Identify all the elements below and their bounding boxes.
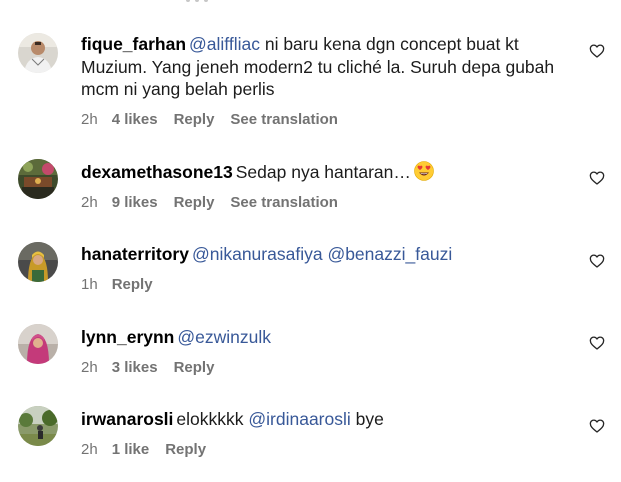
- comment-mention[interactable]: @nikanurasafiya: [192, 244, 323, 264]
- reply-button[interactable]: Reply: [112, 276, 153, 293]
- comment-username[interactable]: lynn_erynn: [81, 327, 174, 347]
- comment-time: 2h: [81, 441, 98, 458]
- heart-outline-icon: [589, 44, 605, 58]
- comment-text: Sedap nya hantaran…: [235, 162, 411, 182]
- comment-mention[interactable]: @benazzi_fauzi: [327, 244, 452, 264]
- comment-time: 2h: [81, 194, 98, 211]
- heart-outline-icon: [589, 171, 605, 185]
- like-button[interactable]: [589, 418, 605, 434]
- comment-text: elokkkkk: [176, 409, 249, 429]
- avatar-photo-icon: [18, 406, 58, 446]
- more-dots: [186, 0, 216, 2]
- avatar[interactable]: [18, 242, 58, 282]
- avatar[interactable]: [18, 406, 58, 446]
- avatar-photo-icon: [18, 324, 58, 364]
- comment-mention[interactable]: @ezwinzulk: [177, 327, 271, 347]
- comment-username[interactable]: hanaterritory: [81, 244, 189, 264]
- avatar[interactable]: [18, 159, 58, 199]
- like-button[interactable]: [589, 170, 605, 186]
- likes-count[interactable]: 9 likes: [112, 194, 158, 211]
- heart-outline-icon: [589, 254, 605, 268]
- comment-mention[interactable]: @aliffliac: [189, 34, 260, 54]
- comment-username[interactable]: fique_farhan: [81, 34, 186, 54]
- reply-button[interactable]: Reply: [174, 359, 215, 376]
- like-button[interactable]: [589, 253, 605, 269]
- like-button[interactable]: [589, 335, 605, 351]
- avatar-photo-icon: [18, 33, 58, 73]
- comment-time: 1h: [81, 276, 98, 293]
- reply-button[interactable]: Reply: [174, 194, 215, 211]
- likes-count[interactable]: 1 like: [112, 441, 150, 458]
- comment-time: 2h: [81, 111, 98, 128]
- comment-username[interactable]: irwanarosli: [81, 409, 173, 429]
- avatar-photo-icon: [18, 242, 58, 282]
- like-button[interactable]: [589, 43, 605, 59]
- avatar-photo-icon: [18, 159, 58, 199]
- comment-username[interactable]: dexamethasone13: [81, 162, 233, 182]
- likes-count[interactable]: 3 likes: [112, 359, 158, 376]
- heart-outline-icon: [589, 419, 605, 433]
- avatar[interactable]: [18, 324, 58, 364]
- comment-mention[interactable]: @irdinaarosli: [248, 409, 350, 429]
- heart-outline-icon: [589, 336, 605, 350]
- comment-text: bye: [350, 409, 384, 429]
- likes-count[interactable]: 4 likes: [112, 111, 158, 128]
- see-translation-button[interactable]: See translation: [230, 111, 338, 128]
- comments-panel: fique_farhan @aliffliac ni baru kena dgn …: [0, 0, 621, 482]
- reply-button[interactable]: Reply: [165, 441, 206, 458]
- reply-button[interactable]: Reply: [174, 111, 215, 128]
- comment-time: 2h: [81, 359, 98, 376]
- heart-eyes-emoji-icon: [414, 161, 434, 181]
- avatar[interactable]: [18, 33, 58, 73]
- see-translation-button[interactable]: See translation: [230, 194, 338, 211]
